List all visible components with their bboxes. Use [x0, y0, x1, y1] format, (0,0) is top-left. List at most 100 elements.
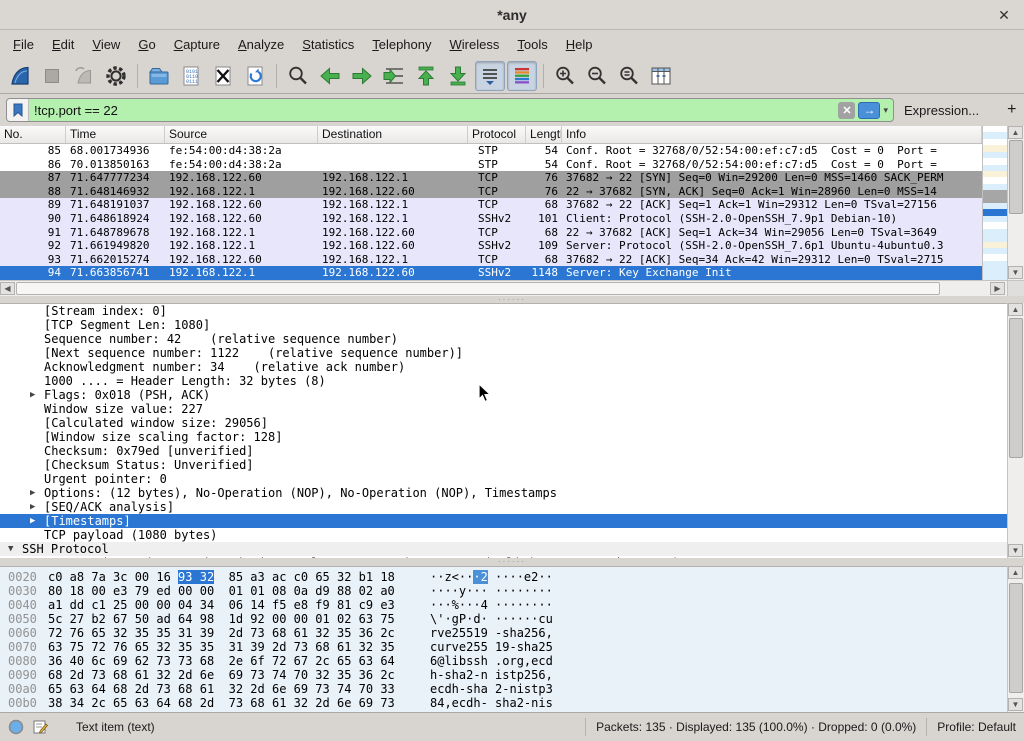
column-header-length[interactable]: Length: [526, 126, 562, 143]
column-header-protocol[interactable]: Protocol: [468, 126, 526, 143]
find-packet-button[interactable]: [283, 61, 313, 91]
hex-row-0070[interactable]: 007063 75 72 76 65 32 35 35 31 39 2d 73 …: [0, 640, 1024, 654]
detail-line[interactable]: Acknowledgment number: 34 (relative ack …: [0, 360, 1024, 374]
go-back-button[interactable]: [315, 61, 345, 91]
menu-item-statistics[interactable]: Statistics: [293, 33, 363, 56]
detail-line[interactable]: ▶Options: (12 bytes), No-Operation (NOP)…: [0, 486, 1024, 500]
scroll-up-arrow[interactable]: ▲: [1008, 126, 1023, 139]
hex-row-0090[interactable]: 009068 2d 73 68 61 32 2d 6e 69 73 74 70 …: [0, 668, 1024, 682]
zoom-reset-button[interactable]: [614, 61, 644, 91]
go-first-button[interactable]: [411, 61, 441, 91]
detail-line[interactable]: [TCP Segment Len: 1080]: [0, 318, 1024, 332]
packet-row-87[interactable]: 8771.647777234192.168.122.60192.168.122.…: [0, 171, 982, 185]
packet-row-89[interactable]: 8971.648191037192.168.122.60192.168.122.…: [0, 198, 982, 212]
close-window-button[interactable]: ✕: [994, 5, 1014, 25]
reload-file-button[interactable]: [240, 61, 270, 91]
detail-line[interactable]: Window size value: 227: [0, 402, 1024, 416]
hex-row-0060[interactable]: 006072 76 65 32 35 35 31 39 2d 73 68 61 …: [0, 626, 1024, 640]
detail-line[interactable]: TCP payload (1080 bytes): [0, 528, 1024, 542]
column-header-time[interactable]: Time: [66, 126, 165, 143]
filter-bookmark-button[interactable]: [7, 99, 29, 121]
packet-row-93[interactable]: 9371.662015274192.168.122.60192.168.122.…: [0, 253, 982, 267]
apply-filter-button[interactable]: →: [858, 102, 880, 119]
detail-line[interactable]: [Checksum Status: Unverified]: [0, 458, 1024, 472]
menu-item-telephony[interactable]: Telephony: [363, 33, 440, 56]
hex-row-0020[interactable]: 0020c0 a8 7a 3c 00 16 93 32 85 a3 ac c0 …: [0, 570, 1024, 584]
detail-line[interactable]: [Calculated window size: 29056]: [0, 416, 1024, 430]
menu-item-capture[interactable]: Capture: [165, 33, 229, 56]
colorize-button[interactable]: [507, 61, 537, 91]
column-header-info[interactable]: Info: [562, 126, 982, 143]
go-forward-button[interactable]: [347, 61, 377, 91]
scroll-up-arrow[interactable]: ▲: [1008, 566, 1023, 579]
detail-line[interactable]: [Next sequence number: 1122 (relative se…: [0, 346, 1024, 360]
packet-list-hscrollbar[interactable]: ◀ ▶: [0, 280, 1007, 296]
expander-closed-icon[interactable]: ▶: [30, 486, 35, 500]
detail-line[interactable]: 1000 .... = Header Length: 32 bytes (8): [0, 374, 1024, 388]
expert-info-icon[interactable]: [8, 719, 24, 735]
menu-item-go[interactable]: Go: [129, 33, 164, 56]
add-filter-button[interactable]: +: [997, 101, 1024, 119]
filter-history-dropdown[interactable]: ▾: [883, 105, 888, 116]
save-file-button[interactable]: 010101100111: [176, 61, 206, 91]
menu-item-view[interactable]: View: [83, 33, 129, 56]
detail-line[interactable]: [Window size scaling factor: 128]: [0, 430, 1024, 444]
details-vscrollbar[interactable]: ▲ ▼: [1007, 303, 1024, 558]
splitter-list-details[interactable]: ······: [0, 296, 1024, 303]
detail-line[interactable]: ▶Flags: 0x018 (PSH, ACK): [0, 388, 1024, 402]
capture-options-button[interactable]: [101, 61, 131, 91]
menu-item-analyze[interactable]: Analyze: [229, 33, 293, 56]
detail-line[interactable]: Checksum: 0x79ed [unverified]: [0, 444, 1024, 458]
menu-item-edit[interactable]: Edit: [43, 33, 83, 56]
scroll-thumb[interactable]: [1009, 318, 1023, 458]
auto-scroll-button[interactable]: [475, 61, 505, 91]
column-header-no[interactable]: No.: [0, 126, 66, 143]
zoom-out-button[interactable]: [582, 61, 612, 91]
go-last-button[interactable]: [443, 61, 473, 91]
open-file-button[interactable]: [144, 61, 174, 91]
scroll-thumb[interactable]: [16, 282, 940, 295]
scroll-down-arrow[interactable]: ▼: [1008, 266, 1023, 279]
packet-row-88[interactable]: 8871.648146932192.168.122.1192.168.122.6…: [0, 185, 982, 199]
expander-closed-icon[interactable]: ▶: [30, 388, 35, 402]
start-capture-button[interactable]: [5, 61, 35, 91]
scroll-up-arrow[interactable]: ▲: [1008, 303, 1023, 316]
clear-filter-button[interactable]: ✕: [838, 102, 855, 119]
expander-open-icon[interactable]: ▼: [8, 542, 13, 556]
detail-line[interactable]: ▼SSH Protocol: [0, 542, 1024, 556]
expander-closed-icon[interactable]: ▶: [30, 514, 35, 528]
status-profile[interactable]: Profile: Default: [937, 720, 1016, 734]
display-filter-field[interactable]: !tcp.port == 22 ✕ → ▾: [6, 98, 894, 122]
detail-line[interactable]: ▶[Timestamps]: [0, 514, 1024, 528]
detail-line[interactable]: ▶[SEQ/ACK analysis]: [0, 500, 1024, 514]
packet-row-92[interactable]: 9271.661949820192.168.122.1192.168.122.6…: [0, 239, 982, 253]
menu-item-wireless[interactable]: Wireless: [441, 33, 509, 56]
display-filter-input[interactable]: !tcp.port == 22: [29, 103, 838, 118]
hex-row-0050[interactable]: 00505c 27 b2 67 50 ad 64 98 1d 92 00 00 …: [0, 612, 1024, 626]
packet-row-86[interactable]: 8670.013850163fe:54:00:d4:38:2aSTP54Conf…: [0, 158, 982, 172]
menu-item-file[interactable]: File: [4, 33, 43, 56]
menu-item-help[interactable]: Help: [557, 33, 602, 56]
scroll-right-arrow[interactable]: ▶: [990, 282, 1005, 295]
scroll-down-arrow[interactable]: ▼: [1008, 544, 1023, 557]
resize-columns-button[interactable]: [646, 61, 676, 91]
column-header-destination[interactable]: Destination: [318, 126, 468, 143]
packet-row-90[interactable]: 9071.648618924192.168.122.60192.168.122.…: [0, 212, 982, 226]
packet-row-94[interactable]: 9471.663856741192.168.122.1192.168.122.6…: [0, 266, 982, 280]
restart-capture-button[interactable]: [69, 61, 99, 91]
hex-row-0030[interactable]: 003080 18 00 e3 79 ed 00 00 01 01 08 0a …: [0, 584, 1024, 598]
close-file-button[interactable]: [208, 61, 238, 91]
hex-row-00a0[interactable]: 00a065 63 64 68 2d 73 68 61 32 2d 6e 69 …: [0, 682, 1024, 696]
column-header-source[interactable]: Source: [165, 126, 318, 143]
packet-row-91[interactable]: 9171.648789678192.168.122.1192.168.122.6…: [0, 226, 982, 240]
hex-vscrollbar[interactable]: ▲ ▼: [1007, 566, 1024, 712]
scroll-thumb[interactable]: [1009, 583, 1023, 693]
splitter-details-hex[interactable]: ······: [0, 558, 1024, 566]
capture-comment-icon[interactable]: [32, 719, 48, 735]
expander-closed-icon[interactable]: ▶: [30, 500, 35, 514]
hex-row-0080[interactable]: 008036 40 6c 69 62 73 73 68 2e 6f 72 67 …: [0, 654, 1024, 668]
packet-list-minimap[interactable]: [982, 126, 1007, 280]
expression-button[interactable]: Expression...: [894, 103, 989, 118]
go-to-packet-button[interactable]: [379, 61, 409, 91]
detail-line[interactable]: Urgent pointer: 0: [0, 472, 1024, 486]
